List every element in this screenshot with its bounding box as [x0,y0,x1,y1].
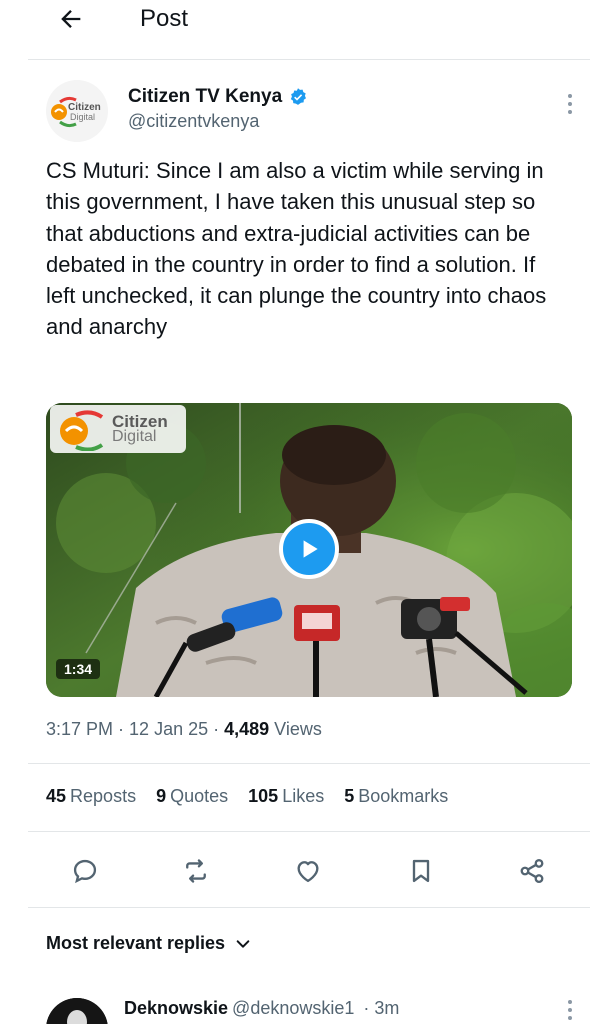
likes-stat[interactable]: 105 Likes [248,786,324,807]
reposts-stat[interactable]: 45 Reposts [46,786,136,807]
more-dot-icon [568,94,572,98]
share-button[interactable] [515,854,549,888]
post-date[interactable]: 12 Jan 25 [129,719,208,739]
video-duration: 1:34 [56,659,101,679]
reply-button[interactable] [68,854,102,888]
more-dot-icon [568,1016,572,1020]
logo-line2: Digital [112,428,157,445]
quotes-count: 9 [156,786,167,806]
more-dot-icon [568,102,572,106]
bookmarks-stat[interactable]: 5 Bookmarks [344,786,448,807]
author-name[interactable]: Citizen TV Kenya [128,86,308,108]
share-icon [520,858,544,884]
page-title: Post [140,5,189,32]
meta-separator: · [208,719,225,739]
quotes-stat[interactable]: 9 Quotes [156,786,228,807]
repost-button[interactable] [179,854,213,888]
heart-icon [297,861,319,883]
author-handle[interactable]: @citizentvkenya [128,111,259,132]
play-button[interactable] [279,519,339,579]
reply-avatar[interactable] [46,998,108,1024]
reply-more-options-button[interactable] [558,1000,582,1024]
reply-author-name: Deknowskie [124,998,229,1018]
back-arrow-icon [61,10,81,28]
citizen-logo-icon [60,410,104,451]
chevron-down-icon [236,939,250,948]
more-options-button[interactable] [558,92,582,116]
bookmarks-label: Bookmarks [358,786,449,806]
bookmarks-count: 5 [344,786,355,806]
author-name-text: Citizen TV Kenya [128,86,283,107]
post-author: Citizen Digital Citizen TV Kenya @citize… [46,80,586,142]
views-count: 4,489 [224,719,270,739]
reply-author-handle: @deknowskie1 [232,998,355,1018]
post-time[interactable]: 3:17 PM [46,719,113,739]
reply-avatar-image [46,998,108,1024]
replies-sort-dropdown[interactable]: Most relevant replies [46,933,251,954]
verified-badge-icon [290,88,307,105]
like-button[interactable] [291,854,325,888]
reply-author[interactable]: Deknowskie @deknowskie1 · 3m [124,998,399,1019]
reposts-label: Reposts [70,786,137,806]
avatar[interactable]: Citizen Digital [46,80,108,142]
meta-divider [28,763,590,764]
top-bar: Post [0,0,611,58]
reply-item[interactable]: Deknowskie @deknowskie1 · 3m [46,996,586,1024]
post-meta: 3:17 PM · 12 Jan 25 · 4,489 Views [46,719,322,740]
stats-divider [28,831,590,832]
more-dot-icon [568,1008,572,1012]
more-dot-icon [568,1000,572,1004]
bookmark-button[interactable] [404,854,438,888]
actions-divider [28,907,590,908]
more-dot-icon [568,110,572,114]
media-logo: Citizen Digital [50,405,186,453]
likes-label: Likes [282,786,325,806]
bookmark-icon [412,859,430,883]
post-actions [0,850,611,890]
post-stats: 45 Reposts 9 Quotes 105 Likes 5 Bookmarks [46,786,448,807]
meta-separator: · [113,719,130,739]
logo-line1: Citizen [112,412,168,431]
reply-time: · 3m [363,998,400,1018]
quotes-label: Quotes [170,786,229,806]
svg-text:Digital: Digital [70,112,95,122]
replies-sort-label: Most relevant replies [46,933,226,953]
header-divider [28,59,590,60]
reposts-count: 45 [46,786,67,806]
back-button[interactable] [56,4,86,34]
repost-icon [186,859,206,883]
reply-icon [73,859,97,884]
likes-count: 105 [248,786,279,806]
citizen-digital-logo-icon: Citizen Digital [46,80,108,142]
views-label: Views [269,719,322,739]
post-text: CS Muturi: Since I am also a victim whil… [46,158,547,340]
play-icon [303,540,318,558]
video-player[interactable]: Citizen Digital 1:34 [46,403,572,697]
